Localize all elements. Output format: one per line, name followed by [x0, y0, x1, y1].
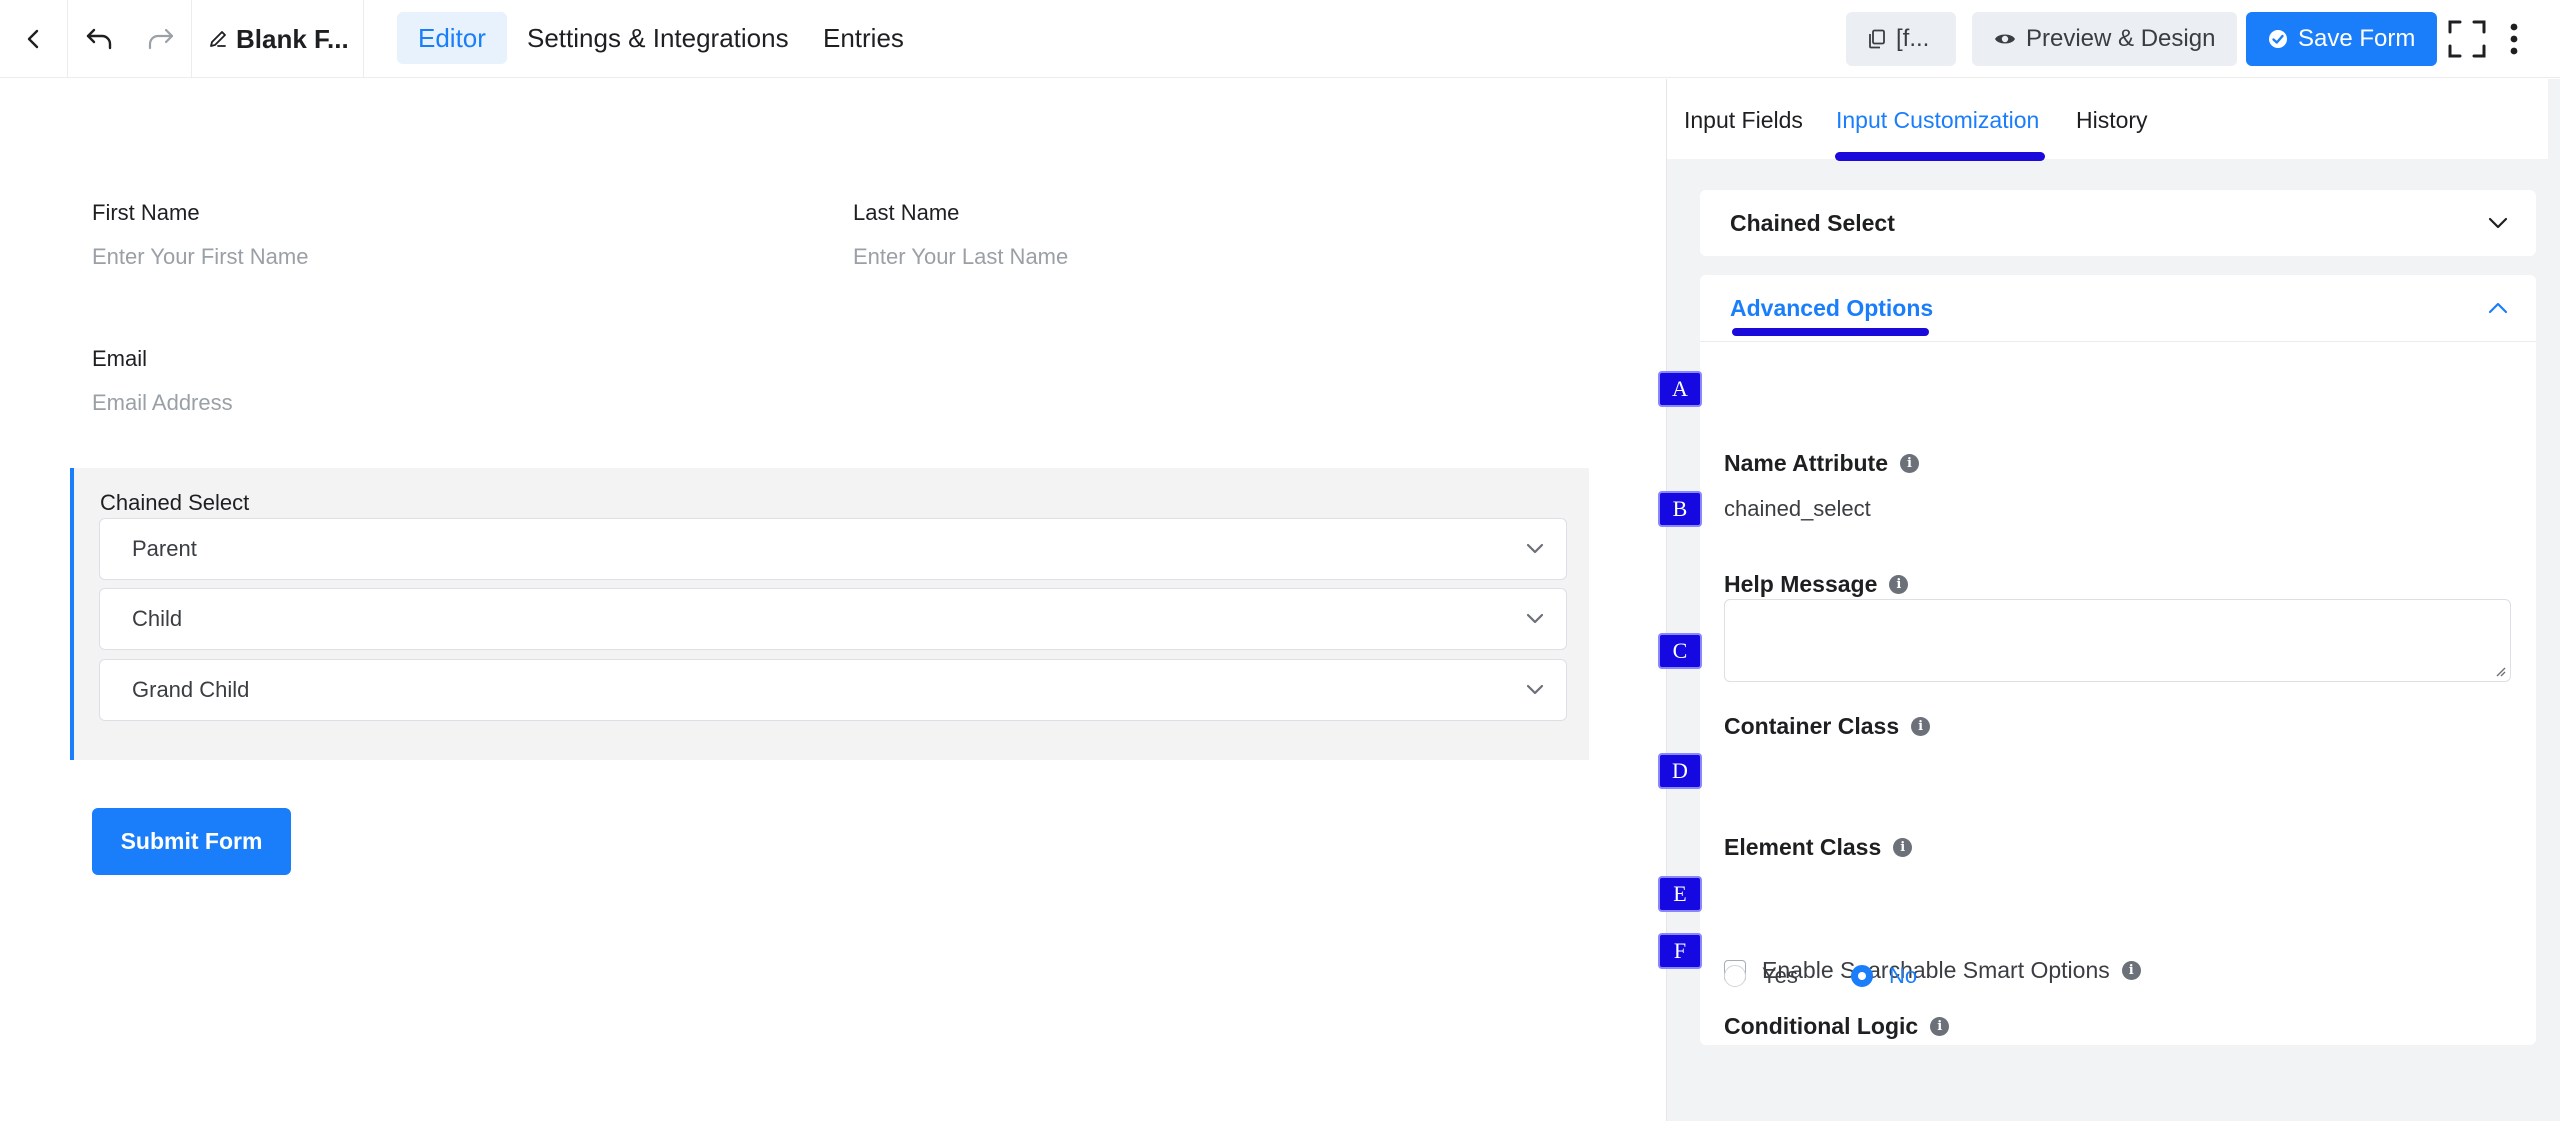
- panel-tabs: Input Fields Input Customization History: [1667, 79, 2560, 161]
- advanced-options-highlight: [1732, 328, 1929, 336]
- help-message-label: Help Message i: [1724, 571, 1909, 598]
- grand-child-select[interactable]: Grand Child: [99, 659, 1567, 721]
- annotation-marker-a: A: [1660, 373, 1700, 405]
- help-message-textarea[interactable]: [1724, 599, 2511, 682]
- email-input[interactable]: Email Address: [92, 390, 233, 416]
- advanced-options-title: Advanced Options: [1730, 294, 1934, 321]
- info-icon[interactable]: i: [1893, 838, 1913, 857]
- divider: [1700, 341, 2536, 342]
- name-attribute-label: Name Attribute i: [1724, 450, 1919, 477]
- chevron-up-icon: [2488, 302, 2508, 314]
- preview-design-label: Preview & Design: [2026, 25, 2216, 52]
- tab-editor[interactable]: Editor: [397, 12, 507, 64]
- searchable-options-label: Enable Searchable Smart Options i: [1762, 957, 2141, 984]
- tab-input-fields[interactable]: Input Fields: [1684, 107, 1803, 134]
- info-icon[interactable]: i: [1900, 454, 1919, 473]
- active-tab-highlight: [1835, 152, 2045, 161]
- chevron-down-icon: [1526, 613, 1544, 624]
- preview-design-button[interactable]: Preview & Design: [1972, 12, 2238, 66]
- tab-entries[interactable]: Entries: [802, 12, 925, 64]
- info-icon[interactable]: i: [1930, 1017, 1950, 1036]
- back-button[interactable]: [0, 0, 68, 78]
- shortcode-text: [f...: [1896, 25, 1930, 52]
- pencil-icon: [210, 31, 226, 47]
- save-form-button[interactable]: Save Form: [2246, 12, 2438, 66]
- element-class-text: Element Class: [1724, 834, 1882, 860]
- form-editor-canvas: First Name Enter Your First Name Last Na…: [0, 79, 1666, 1121]
- annotation-marker-d: D: [1660, 755, 1700, 787]
- first-name-label: First Name: [92, 200, 200, 225]
- tab-history[interactable]: History: [2076, 107, 2148, 134]
- last-name-label: Last Name: [853, 200, 960, 225]
- conditional-no-label[interactable]: No: [1889, 963, 1917, 989]
- email-label: Email: [92, 346, 148, 371]
- element-class-label: Element Class i: [1724, 834, 1913, 861]
- child-select-value: Child: [132, 606, 183, 631]
- annotation-marker-b: B: [1660, 493, 1700, 525]
- info-icon[interactable]: i: [1889, 575, 1909, 594]
- shortcode-button[interactable]: [f...: [1846, 12, 1956, 66]
- customization-panel: Input Fields Input Customization History…: [1660, 79, 2560, 1121]
- top-toolbar: Blank F... Editor Settings & Integration…: [0, 0, 2560, 78]
- parent-select[interactable]: Parent: [99, 518, 1567, 580]
- first-name-input[interactable]: Enter Your First Name: [92, 244, 308, 270]
- container-class-text: Container Class: [1724, 713, 1900, 739]
- check-circle-icon: [2269, 30, 2287, 48]
- eye-icon: [1995, 34, 2015, 44]
- name-attribute-text: Name Attribute: [1724, 450, 1888, 476]
- fullscreen-button[interactable]: [2446, 12, 2488, 66]
- annotation-marker-f: F: [1660, 935, 1700, 967]
- conditional-logic-text: Conditional Logic: [1724, 1013, 1919, 1039]
- redo-button[interactable]: [130, 0, 192, 78]
- last-name-input[interactable]: Enter Your Last Name: [853, 244, 1068, 270]
- container-class-label: Container Class i: [1724, 713, 1931, 740]
- more-menu-button[interactable]: [2504, 12, 2524, 66]
- resize-grip-icon[interactable]: [2494, 665, 2506, 677]
- copy-icon: [1869, 29, 1885, 49]
- fullscreen-icon: [2448, 20, 2486, 58]
- chevron-left-icon: [27, 29, 38, 49]
- section-title: Chained Select: [1730, 209, 1895, 236]
- conditional-logic-label: Conditional Logic i: [1724, 1013, 1950, 1040]
- chained-select-section[interactable]: Chained Select: [1700, 190, 2536, 256]
- annotation-marker-c: C: [1660, 635, 1700, 667]
- undo-button[interactable]: [68, 0, 130, 78]
- parent-select-value: Parent: [132, 536, 197, 561]
- searchable-options-text: Enable Searchable Smart Options: [1762, 957, 2110, 983]
- chevron-down-icon: [1526, 543, 1544, 554]
- panel-scrollbar[interactable]: [2548, 79, 2560, 1121]
- advanced-options-section: Advanced Options Name Attribute i chaine…: [1700, 275, 2536, 1045]
- conditional-yes-radio[interactable]: [1724, 965, 1746, 987]
- info-icon[interactable]: i: [2121, 961, 2141, 980]
- save-form-label: Save Form: [2298, 25, 2416, 52]
- chevron-down-icon: [2488, 217, 2508, 229]
- conditional-yes-label[interactable]: Yes: [1762, 963, 1798, 989]
- annotation-marker-e: E: [1660, 878, 1700, 910]
- info-icon[interactable]: i: [1911, 717, 1931, 736]
- name-attribute-value[interactable]: chained_select: [1724, 496, 1871, 522]
- form-title[interactable]: Blank F...: [192, 0, 364, 78]
- more-vertical-icon: [2510, 23, 2518, 55]
- chained-select-label: Chained Select: [100, 490, 250, 515]
- conditional-no-radio[interactable]: [1851, 965, 1873, 987]
- tab-settings-integrations[interactable]: Settings & Integrations: [506, 12, 810, 64]
- form-title-text: Blank F...: [236, 23, 349, 54]
- redo-icon: [148, 28, 173, 50]
- submit-form-button[interactable]: Submit Form: [92, 808, 291, 875]
- chained-select-field[interactable]: Chained Select Parent Child Grand Child: [70, 468, 1589, 760]
- grand-child-select-value: Grand Child: [132, 677, 250, 702]
- chevron-down-icon: [1526, 684, 1544, 695]
- help-message-text: Help Message: [1724, 571, 1878, 597]
- tab-input-customization[interactable]: Input Customization: [1836, 107, 2039, 134]
- child-select[interactable]: Child: [99, 588, 1567, 650]
- undo-icon: [86, 28, 112, 50]
